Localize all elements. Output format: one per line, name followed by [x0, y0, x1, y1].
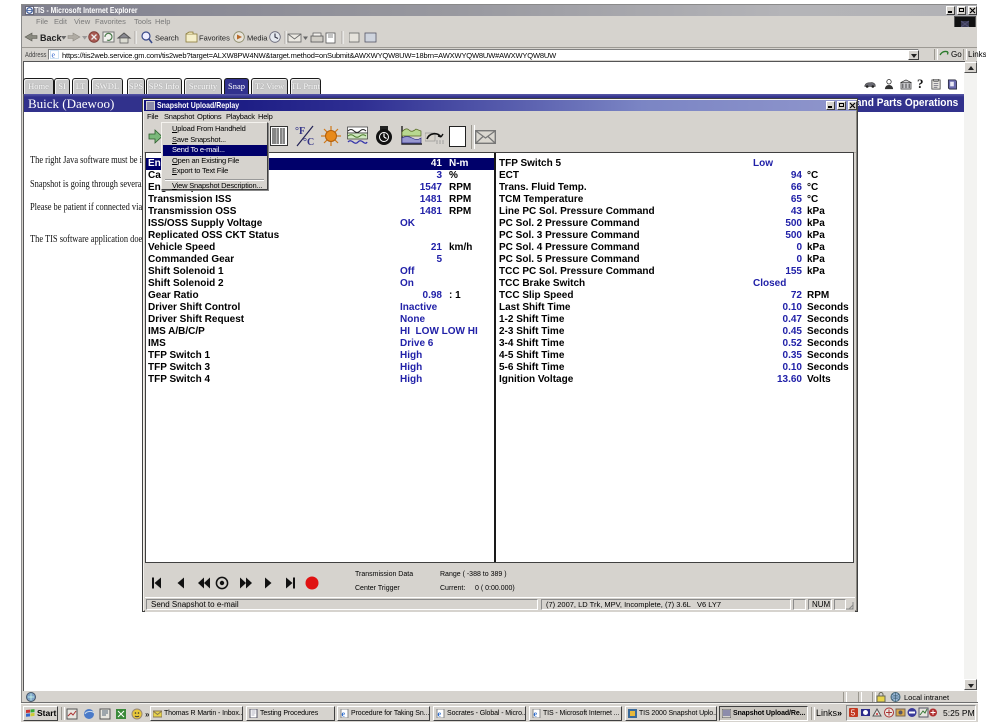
svg-text:Search: Search [155, 34, 179, 43]
svg-text:Favorites: Favorites [199, 34, 230, 43]
svg-text:Back: Back [40, 33, 63, 43]
svg-text:e: e [438, 710, 442, 719]
svg-text:e: e [534, 710, 538, 719]
svg-text:°F: °F [295, 126, 305, 137]
svg-text:5: 5 [851, 709, 856, 718]
svg-text:°C: °C [303, 137, 314, 147]
svg-text:e: e [52, 51, 56, 60]
svg-text:Media: Media [247, 34, 268, 43]
svg-text:e: e [342, 710, 346, 719]
